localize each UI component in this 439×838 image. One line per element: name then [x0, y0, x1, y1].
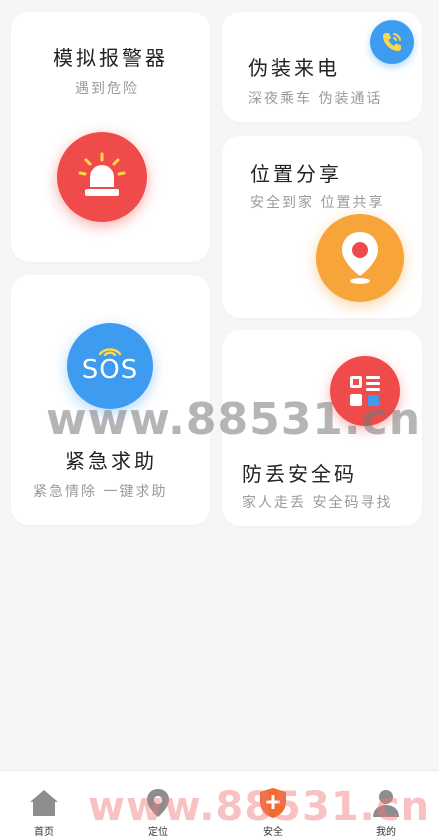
alarm-siren-icon	[57, 132, 147, 222]
safety-code-title: 防丢安全码	[242, 462, 357, 486]
sos-icon: SOS	[67, 323, 153, 409]
tab-profile[interactable]: 我的	[346, 771, 426, 838]
bottom-tab-bar: 首页 定位 安全 我的	[0, 770, 439, 838]
location-share-card[interactable]: 位置分享 安全到家 位置共享	[222, 136, 422, 318]
location-pin-icon	[141, 785, 175, 821]
safety-code-card[interactable]: 防丢安全码 家人走丢 安全码寻找	[222, 330, 422, 526]
sos-title: 紧急求助	[65, 449, 157, 473]
home-icon	[27, 785, 61, 821]
location-share-subtitle: 安全到家 位置共享	[250, 195, 385, 211]
tab-profile-label: 我的	[376, 827, 396, 838]
alarm-subtitle: 遇到危险	[75, 81, 139, 97]
sos-card[interactable]: SOS 紧急求助 紧急情除 一键求助	[11, 275, 210, 525]
phone-call-icon	[370, 20, 414, 64]
safety-code-subtitle: 家人走丢 安全码寻找	[242, 495, 393, 511]
fake-call-title: 伪装来电	[248, 56, 340, 80]
location-pin-icon	[316, 214, 404, 302]
tab-location[interactable]: 定位	[118, 771, 198, 838]
tab-location-label: 定位	[148, 827, 168, 838]
tab-safety-label: 安全	[263, 827, 283, 838]
user-icon	[369, 785, 403, 821]
location-share-title: 位置分享	[250, 162, 342, 186]
fake-call-card[interactable]: 伪装来电 深夜乘车 伪装通话	[222, 12, 422, 122]
alarm-title: 模拟报警器	[53, 46, 168, 70]
alarm-card[interactable]: 模拟报警器 遇到危险	[11, 12, 210, 262]
shield-icon	[256, 785, 290, 821]
qr-code-icon	[330, 356, 400, 426]
sos-subtitle: 紧急情除 一键求助	[33, 484, 168, 500]
sos-icon-label: SOS	[81, 355, 139, 385]
tab-home-label: 首页	[34, 827, 54, 838]
fake-call-subtitle: 深夜乘车 伪装通话	[248, 91, 383, 107]
tab-home[interactable]: 首页	[4, 771, 84, 838]
tab-safety[interactable]: 安全	[233, 771, 313, 838]
